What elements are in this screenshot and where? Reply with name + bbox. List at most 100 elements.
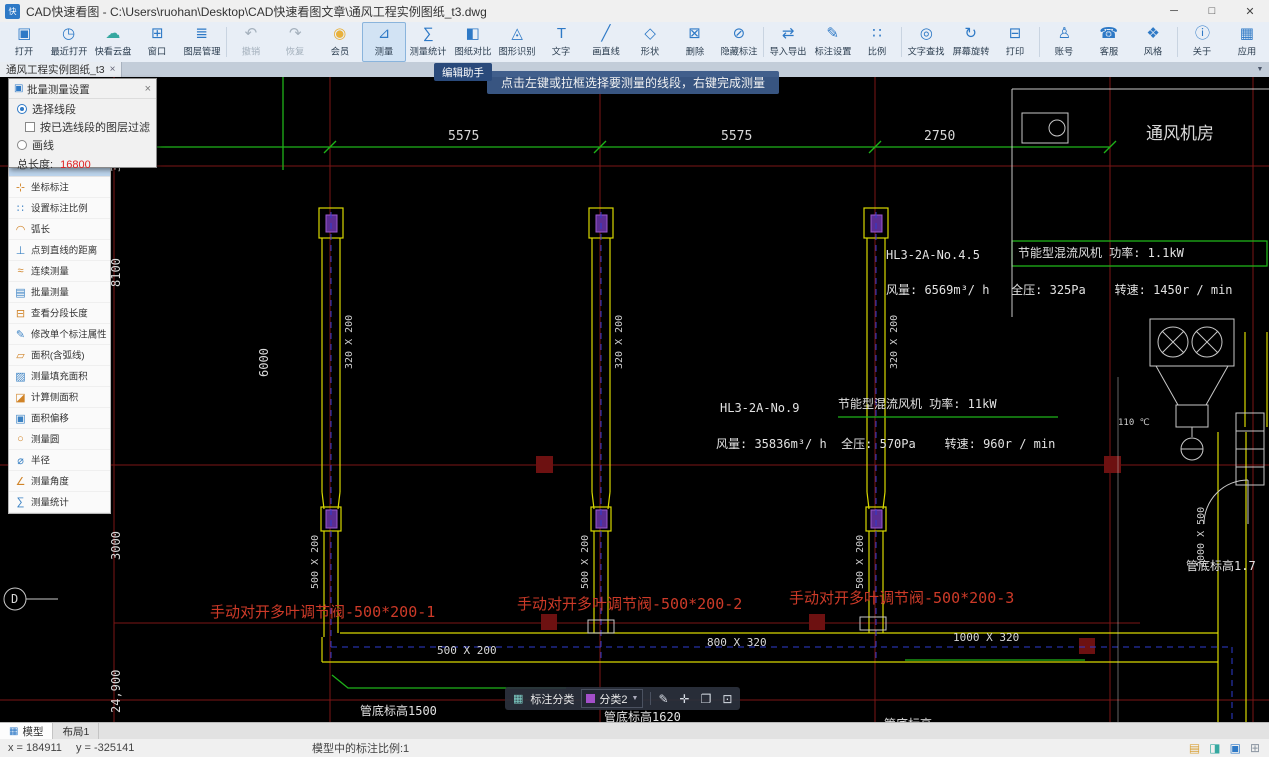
sidebar-item-fill-area-measure[interactable]: ▨测量填充面积 xyxy=(9,366,110,387)
toolbar-cloud-drive[interactable]: ☁快看云盘 xyxy=(91,22,135,62)
toolbar-measure[interactable]: ⊿测量 xyxy=(362,22,406,62)
close-button[interactable]: ✕ xyxy=(1231,0,1269,22)
toolbar-label: 隐藏标注 xyxy=(721,44,758,58)
sidebar-item-edit-annotation-property[interactable]: ✎修改单个标注属性 xyxy=(9,324,110,345)
import-export-icon: ⇄ xyxy=(782,26,795,42)
toolbar-separator xyxy=(763,27,764,57)
toolbar-scale[interactable]: ∷比例 xyxy=(855,22,899,62)
dialog-option-checkbox[interactable]: 按已选线段的图层过滤 xyxy=(9,117,156,135)
toolbar-account[interactable]: ♙账号 xyxy=(1042,22,1086,62)
toolbar-vip[interactable]: ◉会员 xyxy=(318,22,362,62)
toolbar-delete[interactable]: ⊠删除 xyxy=(672,22,716,62)
toolbar-text[interactable]: T文字 xyxy=(539,22,583,62)
edit-assistant-badge[interactable]: 编辑助手 xyxy=(434,63,492,81)
grid-icon[interactable]: ⊞ xyxy=(1250,741,1260,755)
toolbar-apps[interactable]: ▦应用 xyxy=(1225,22,1269,62)
sidebar-item-batch-measure[interactable]: ▤批量测量 xyxy=(9,282,110,303)
sidebar-item-label: 查看分段长度 xyxy=(31,306,88,320)
toolbar-shape-recognition[interactable]: ◬图形识别 xyxy=(495,22,539,62)
toolbar-redo[interactable]: ↷恢复 xyxy=(273,22,317,62)
sidebar-item-point-to-line-distance[interactable]: ⊥点到直线的距离 xyxy=(9,240,110,261)
toolbar-label: 账号 xyxy=(1055,44,1073,58)
toolbar-recent-open[interactable]: ◷最近打开 xyxy=(46,22,90,62)
sidebar-item-label: 坐标标注 xyxy=(31,180,69,194)
cad-text: 节能型混流风机 功率: 1.1kW xyxy=(1018,247,1184,260)
sidebar-item-arc-length[interactable]: ◠弧长 xyxy=(9,219,110,240)
share-icon[interactable]: ◨ xyxy=(1209,741,1220,755)
toolbar-import-export[interactable]: ⇄导入导出 xyxy=(766,22,810,62)
radio-unchecked-icon[interactable] xyxy=(17,140,27,150)
radio-checked-icon[interactable] xyxy=(17,104,27,114)
dialog-option-label: 画线 xyxy=(32,137,54,153)
pdf-icon[interactable]: ▣ xyxy=(1230,741,1241,755)
toolbar-annotation-settings[interactable]: ✎标注设置 xyxy=(810,22,854,62)
toolbar-screen-rotate[interactable]: ↻屏幕旋转 xyxy=(949,22,993,62)
checkbox-unchecked-icon[interactable] xyxy=(25,122,35,132)
sidebar-item-coordinate-annotation[interactable]: ⊹ 坐标标注 xyxy=(9,177,110,198)
tab-close-icon[interactable]: × xyxy=(110,64,116,75)
toolbar-measure-stats[interactable]: ∑测量统计 xyxy=(406,22,450,62)
grid-lines xyxy=(0,77,1269,722)
sidebar-item-label: 修改单个标注属性 xyxy=(31,327,107,341)
toolbar-text-search[interactable]: ◎文字查找 xyxy=(904,22,948,62)
sidebar-item-view-segment-length[interactable]: ⊟查看分段长度 xyxy=(9,303,110,324)
dialog-option-radio[interactable]: 画线 xyxy=(9,135,156,153)
sidebar-item-radius[interactable]: ⌀半径 xyxy=(9,450,110,471)
layout-tab-bar: ▦模型布局1 xyxy=(0,722,1269,740)
sidebar-item-area-with-arc[interactable]: ▱面积(含弧线) xyxy=(9,345,110,366)
scale-icon: ∷ xyxy=(872,26,882,42)
toolbar-print[interactable]: ⊟打印 xyxy=(993,22,1037,62)
category-dropdown[interactable]: 分类2 ▼ xyxy=(581,689,643,708)
layout-tab-布局1[interactable]: 布局1 xyxy=(53,723,99,740)
continuous-measure-icon: ≈ xyxy=(14,265,27,277)
dialog-titlebar[interactable]: ▣ 批量测量设置 × xyxy=(9,79,156,99)
cad-text: HL3-2A-No.9 xyxy=(720,402,799,415)
sidebar-item-area-offset[interactable]: ▣面积偏移 xyxy=(9,408,110,429)
toolbar-undo[interactable]: ↶撤销 xyxy=(229,22,273,62)
maximize-button[interactable]: □ xyxy=(1193,0,1231,22)
annotation-scale-text: 模型中的标注比例:1 xyxy=(312,740,409,756)
clipboard-icon[interactable]: ⊡ xyxy=(722,692,732,706)
edit-annotation-icon[interactable]: ✎ xyxy=(658,692,668,706)
screen-rotate-icon: ↻ xyxy=(964,26,977,42)
toolbar-support[interactable]: ☎客服 xyxy=(1087,22,1131,62)
toolbar-hide-annotation[interactable]: ⊘隐藏标注 xyxy=(717,22,761,62)
canvas[interactable]: 557555752750通风机房300081006000300024,900HL… xyxy=(0,77,1269,722)
toolbar-style[interactable]: ❖风格 xyxy=(1131,22,1175,62)
toolbar-shapes[interactable]: ◇形状 xyxy=(628,22,672,62)
folder-icon[interactable]: ▤ xyxy=(1189,741,1200,755)
cad-text: 500 X 200 xyxy=(437,645,497,657)
sidebar-item-side-area-calc[interactable]: ◪计算侧面积 xyxy=(9,387,110,408)
toolbar-layer-manager[interactable]: ≣图层管理 xyxy=(179,22,223,62)
redo-icon: ↷ xyxy=(289,26,302,42)
toolbar: ▣打开◷最近打开☁快看云盘⊞窗口≣图层管理↶撤销↷恢复◉会员⊿测量∑测量统计◧图… xyxy=(0,22,1269,63)
arc-length-icon: ◠ xyxy=(14,223,27,236)
tab-list-dropdown-icon[interactable]: ▼ xyxy=(1251,62,1269,77)
toolbar-about[interactable]: ⓘ关于 xyxy=(1180,22,1224,62)
classify-tools: ✎ ✛ ❐ ⊡ xyxy=(658,692,732,706)
measure-sidebar: ⊹ 坐标标注 ∷设置标注比例◠弧长⊥点到直线的距离≈连续测量▤批量测量⊟查看分段长度… xyxy=(8,156,111,514)
move-icon[interactable]: ✛ xyxy=(680,692,690,706)
layout-tab-模型[interactable]: ▦模型 xyxy=(0,723,53,740)
sidebar-item-measure-angle[interactable]: ∠测量角度 xyxy=(9,471,110,492)
layout-tab-label: 布局1 xyxy=(62,724,89,739)
document-tab[interactable]: 通风工程实例图纸_t3 × xyxy=(0,62,122,77)
recent-open-icon: ◷ xyxy=(62,26,75,42)
sidebar-item-measure-circle[interactable]: ○测量圆 xyxy=(9,429,110,450)
sidebar-item-set-annotation-scale[interactable]: ∷设置标注比例 xyxy=(9,198,110,219)
coordinate-annotation-icon: ⊹ xyxy=(14,181,27,194)
copy-icon[interactable]: ❐ xyxy=(701,692,712,706)
minimize-button[interactable]: ─ xyxy=(1155,0,1193,22)
dialog-option-radio[interactable]: 选择线段 xyxy=(9,99,156,117)
toolbar-separator xyxy=(1177,27,1178,57)
classify-label: 标注分类 xyxy=(530,691,574,707)
toolbar-draw-line[interactable]: ╱画直线 xyxy=(584,22,628,62)
cad-text: 6000 xyxy=(258,348,271,377)
dialog-close-icon[interactable]: × xyxy=(145,83,151,95)
toolbar-drawing-compare[interactable]: ◧图纸对比 xyxy=(451,22,495,62)
point-to-line-distance-icon: ⊥ xyxy=(14,244,27,257)
sidebar-item-continuous-measure[interactable]: ≈连续测量 xyxy=(9,261,110,282)
toolbar-window[interactable]: ⊞窗口 xyxy=(135,22,179,62)
sidebar-item-measure-statistics[interactable]: ∑测量统计 xyxy=(9,492,110,513)
toolbar-open[interactable]: ▣打开 xyxy=(2,22,46,62)
